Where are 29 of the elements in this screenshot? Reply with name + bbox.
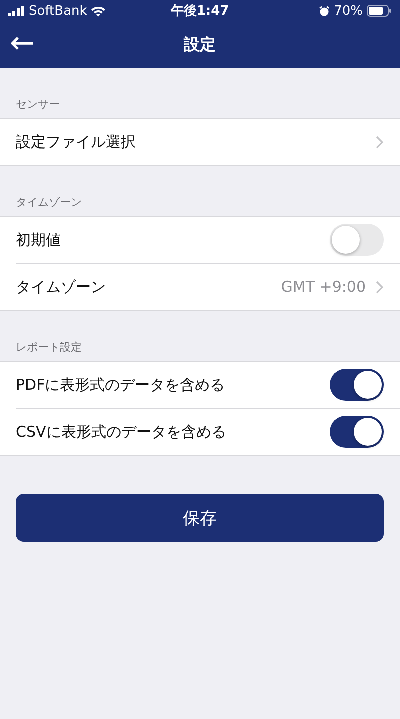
row-value: GMT +9:00: [281, 278, 366, 296]
back-button[interactable]: ←: [6, 28, 40, 60]
toggle-switch[interactable]: [330, 416, 384, 448]
row-label: タイムゾーン: [16, 278, 107, 296]
settings-row[interactable]: PDFに表形式のデータを含める: [16, 362, 400, 408]
save-button[interactable]: 保存: [16, 494, 384, 542]
status-time: 午後1:47: [170, 3, 230, 20]
settings-row[interactable]: 設定ファイル選択: [16, 119, 400, 165]
wifi-icon: [91, 6, 106, 16]
section-header: センサー: [15, 97, 61, 113]
section-header: レポート設定: [15, 340, 83, 356]
settings-row[interactable]: タイムゾーン GMT +9:00: [16, 263, 400, 310]
battery-icon: [367, 5, 392, 17]
toggle-switch[interactable]: [330, 224, 384, 256]
carrier-name: SoftBank: [29, 4, 88, 18]
row-label: PDFに表形式のデータを含める: [16, 376, 226, 394]
row-label: 初期値: [16, 230, 62, 250]
screen-title: 設定: [184, 34, 216, 56]
alarm-icon: [319, 6, 330, 16]
row-label: 設定ファイル選択: [16, 132, 137, 152]
battery-percent: 70%: [334, 4, 363, 18]
chevron-icon: [376, 280, 384, 294]
section-header: タイムゾーン: [15, 195, 83, 211]
chevron-icon: [376, 136, 384, 148]
toggle-switch[interactable]: [330, 369, 384, 401]
row-label: CSVに表形式のデータを含める: [16, 422, 228, 442]
settings-row[interactable]: CSVに表形式のデータを含める: [16, 408, 400, 455]
settings-row[interactable]: 初期値: [16, 217, 400, 263]
signal-icon: [8, 6, 25, 16]
